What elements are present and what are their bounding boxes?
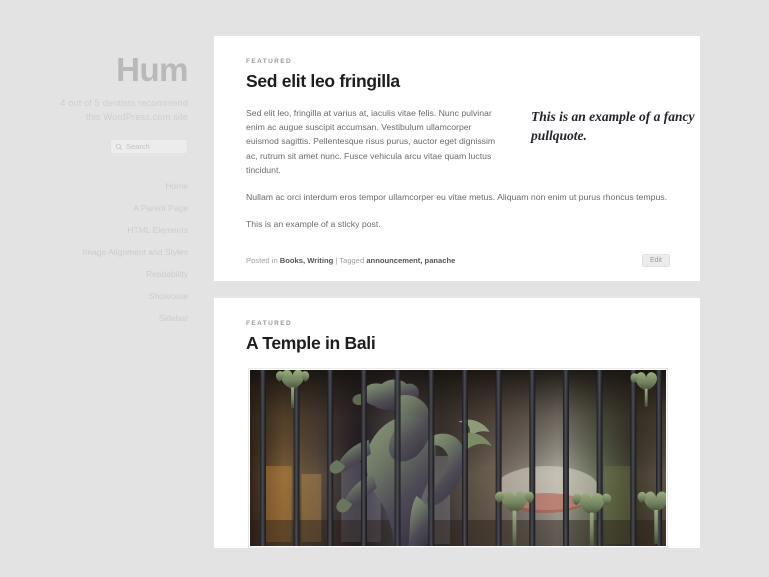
post-tags-link[interactable]: announcement, panache — [366, 256, 455, 265]
nav-item-sidebar[interactable]: Sidebar — [0, 307, 188, 329]
edit-button[interactable]: Edit — [641, 254, 670, 268]
search-box[interactable] — [110, 139, 188, 154]
nav-item-showcase[interactable]: Showcase — [0, 285, 188, 307]
post-meta-text: Posted in Books, Writing | Tagged announ… — [246, 255, 455, 266]
featured-badge: FEATURED — [246, 58, 293, 65]
tagged-label: Tagged — [339, 256, 367, 266]
post-text-column: Sed elit leo, fringilla at varius at, ia… — [246, 106, 499, 177]
search-container — [0, 139, 188, 154]
post-card: FEATURED Sed elit leo fringilla Sed elit… — [214, 36, 700, 282]
post-paragraph: Nullam ac orci interdum eros tempor ulla… — [246, 192, 668, 203]
search-icon — [115, 143, 123, 151]
search-input[interactable] — [126, 142, 183, 151]
site-description: 4 out of 5 dentists recommend this WordP… — [60, 98, 188, 123]
nav-item-home[interactable]: Home — [0, 175, 188, 197]
posted-in-label: Posted in — [246, 256, 280, 266]
post-title[interactable]: A Temple in Bali — [246, 333, 670, 354]
post-card: FEATURED A Temple in Bali — [214, 298, 700, 549]
nav-item-readability[interactable]: Readability — [0, 263, 188, 285]
post-paragraph: Sed elit leo, fringilla at varius at, ia… — [246, 108, 496, 175]
post-photo[interactable] — [250, 370, 666, 547]
post-title[interactable]: Sed elit leo fringilla — [246, 71, 670, 92]
post-meta: Posted in Books, Writing | Tagged announ… — [246, 244, 670, 281]
pullquote: This is an example of a fancy pullquote. — [531, 109, 695, 143]
sidebar: Hum 4 out of 5 dentists recommend this W… — [0, 0, 196, 577]
main-content: FEATURED Sed elit leo fringilla Sed elit… — [214, 36, 700, 565]
site-title[interactable]: Hum — [0, 52, 188, 88]
post-body: Sed elit leo, fringilla at varius at, ia… — [246, 106, 695, 231]
post-photo-frame — [248, 368, 668, 549]
post-paragraph: This is an example of a sticky post. — [246, 219, 381, 230]
nav-item-a-parent-page[interactable]: A Parent Page — [0, 197, 188, 219]
page-root: Hum 4 out of 5 dentists recommend this W… — [0, 0, 769, 577]
sidebar-nav: Home A Parent Page HTML Elements Image A… — [0, 175, 188, 329]
lion-gate-photo-illustration — [250, 370, 666, 547]
post-categories-link[interactable]: Books, Writing — [280, 256, 333, 265]
nav-item-image-alignment-and-styles[interactable]: Image Alignment and Styles — [0, 241, 188, 263]
nav-item-html-elements[interactable]: HTML Elements — [0, 219, 188, 241]
featured-badge: FEATURED — [246, 320, 293, 328]
